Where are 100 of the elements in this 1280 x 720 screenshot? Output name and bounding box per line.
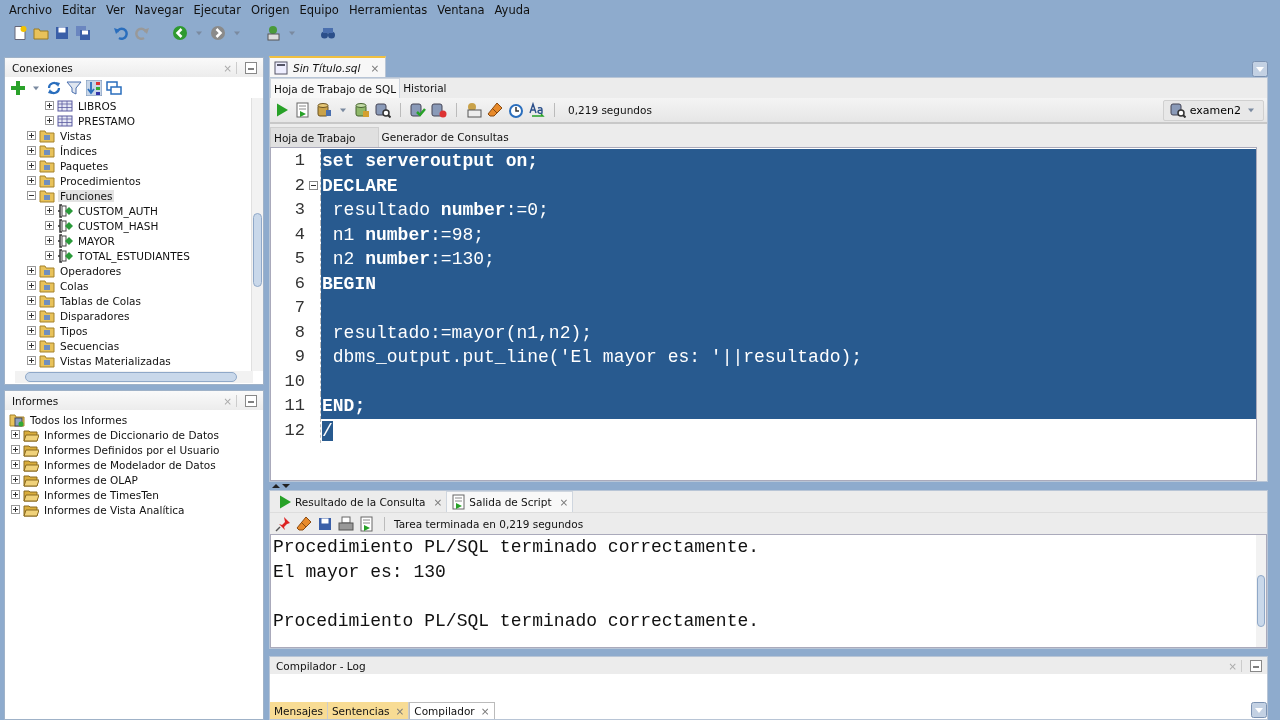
close-button[interactable]: × xyxy=(370,61,380,74)
menu-item[interactable]: Herramientas xyxy=(343,3,433,17)
tree-item[interactable]: Índices xyxy=(58,144,100,157)
menu-item[interactable]: Ventana xyxy=(432,3,490,17)
expand-icon[interactable] xyxy=(11,430,20,439)
back-icon[interactable] xyxy=(172,24,188,41)
expand-icon[interactable] xyxy=(27,161,36,170)
expand-icon[interactable] xyxy=(45,206,54,215)
tab[interactable]: Generador de Consultas xyxy=(378,127,517,147)
tab[interactable]: Hoja de Trabajo de SQL xyxy=(270,78,401,98)
person-database-icon[interactable] xyxy=(466,102,482,118)
expand-icon[interactable] xyxy=(27,326,36,335)
tree-item[interactable]: Informes de Modelador de Datos xyxy=(42,458,218,471)
menu-item[interactable]: Origen xyxy=(245,3,295,17)
tree-item[interactable]: TOTAL_ESTUDIANTES xyxy=(76,249,192,262)
clock-icon[interactable] xyxy=(508,102,524,118)
tree-item[interactable]: Secuencias xyxy=(58,339,122,352)
scrollbar[interactable] xyxy=(15,371,253,383)
expand-icon[interactable] xyxy=(27,146,36,155)
tab[interactable]: Resultado de la Consulta × xyxy=(273,491,447,512)
minimize-icon[interactable] xyxy=(243,59,259,76)
eraser-icon[interactable] xyxy=(296,515,312,532)
save-icon[interactable] xyxy=(54,24,70,41)
tree-item[interactable]: Funciones xyxy=(58,189,115,202)
tab[interactable]: Hoja de Trabajo xyxy=(270,127,379,147)
tree-item[interactable]: Paquetes xyxy=(58,159,111,172)
menu-item[interactable]: Ayuda xyxy=(489,3,535,17)
minimize-icon[interactable] xyxy=(243,392,259,409)
document-tab[interactable]: Sin Título.sql × xyxy=(269,56,387,77)
tree-item[interactable]: Todos los Informes xyxy=(28,413,130,426)
person-database-icon[interactable] xyxy=(265,24,281,41)
refresh-icon[interactable] xyxy=(46,79,62,96)
dropdown-icon[interactable] xyxy=(1251,702,1267,718)
scrollbar[interactable] xyxy=(1256,535,1266,647)
expand-icon[interactable] xyxy=(27,176,36,185)
expand-icon[interactable] xyxy=(11,445,20,454)
tree-item[interactable]: PRESTAMO xyxy=(76,114,138,127)
windows-icon[interactable] xyxy=(106,79,122,96)
expand-icon[interactable] xyxy=(11,475,20,484)
menu-item[interactable]: Archivo xyxy=(4,3,57,17)
tree-item[interactable]: Procedimientos xyxy=(58,174,143,187)
expand-icon[interactable] xyxy=(27,311,36,320)
save-all-icon[interactable] xyxy=(75,24,91,41)
expand-icon[interactable] xyxy=(27,356,36,365)
code-editor[interactable]: 1 set serveroutput on; 2 DECLARE 3 resultado number:=0; 4 n1 number:=98; 5 n2 number:=130; 6 BEGIN 7 8 resultado:=mayor(n1,n2); 9 dbms_output.put_line('El mayor es: '||resultado); 10 11 END; 12 / xyxy=(270,147,1257,481)
menu-item[interactable]: Ejecutar xyxy=(188,3,246,17)
expand-icon[interactable] xyxy=(45,251,54,260)
database-check-icon[interactable] xyxy=(410,102,426,118)
run-script-icon[interactable] xyxy=(359,515,375,532)
close-button[interactable]: × xyxy=(559,496,569,508)
plus-icon[interactable] xyxy=(10,79,26,96)
tree-item[interactable]: MAYOR xyxy=(76,234,117,247)
expand-icon[interactable] xyxy=(11,505,20,514)
expand-icon[interactable] xyxy=(45,221,54,230)
database-icon[interactable] xyxy=(354,102,370,118)
tree-item[interactable]: Tipos xyxy=(58,324,90,337)
forward-icon[interactable] xyxy=(210,24,226,41)
format-icon[interactable] xyxy=(529,102,545,118)
close-button[interactable]: × xyxy=(395,704,405,717)
expand-icon[interactable] xyxy=(27,341,36,350)
collapse-icon[interactable] xyxy=(308,181,318,191)
print-icon[interactable] xyxy=(338,515,354,532)
new-file-icon[interactable] xyxy=(12,24,28,41)
expand-icon[interactable] xyxy=(27,296,36,305)
tree-item[interactable]: Operadores xyxy=(58,264,124,277)
expand-icon[interactable] xyxy=(45,101,54,110)
tree-item[interactable]: Tablas de Colas xyxy=(58,294,143,307)
expand-icon[interactable] xyxy=(45,116,54,125)
menu-item[interactable]: Navegar xyxy=(129,3,189,17)
tree-item[interactable]: Informes de OLAP xyxy=(42,473,140,486)
tree-item[interactable]: LIBROS xyxy=(76,99,119,112)
tab[interactable]: Compilador × xyxy=(409,702,495,719)
menu-item[interactable]: Ver xyxy=(101,3,130,17)
scrollbar[interactable] xyxy=(251,98,263,371)
pin-icon[interactable] xyxy=(275,515,291,532)
database-search-icon[interactable] xyxy=(375,102,391,118)
close-button[interactable]: × xyxy=(433,495,443,508)
split-arrows-icon[interactable] xyxy=(271,482,291,490)
connection-selector[interactable]: examen2 xyxy=(1162,99,1264,121)
dropdown-icon[interactable] xyxy=(1252,61,1268,77)
tab[interactable]: Sentencias × xyxy=(327,702,410,719)
close-button[interactable]: × xyxy=(480,705,490,717)
eraser-icon[interactable] xyxy=(487,102,503,118)
run-icon[interactable] xyxy=(274,102,290,118)
tree-item[interactable]: CUSTOM_AUTH xyxy=(76,204,160,217)
tree-item[interactable]: Informes de Diccionario de Datos xyxy=(42,428,221,441)
expand-icon[interactable] xyxy=(11,490,20,499)
save-icon[interactable] xyxy=(317,515,333,532)
collapse-icon[interactable] xyxy=(27,191,36,200)
tree-item[interactable]: Informes Definidos por el Usuario xyxy=(42,443,222,456)
run-script-icon[interactable] xyxy=(295,102,311,118)
tree-item[interactable]: CUSTOM_HASH xyxy=(76,219,161,232)
tree-item[interactable]: Vistas xyxy=(58,129,94,142)
menu-item[interactable]: Equipo xyxy=(294,3,344,17)
tab[interactable]: Salida de Script × xyxy=(446,491,574,512)
tree-item[interactable]: Vistas Materializadas xyxy=(58,354,173,367)
tree-item[interactable]: Disparadores xyxy=(58,309,132,322)
database-icon[interactable] xyxy=(316,102,332,118)
tree-item[interactable]: Informes de TimesTen xyxy=(42,488,161,501)
tree-item[interactable]: Informes de Vista Analítica xyxy=(42,503,187,516)
